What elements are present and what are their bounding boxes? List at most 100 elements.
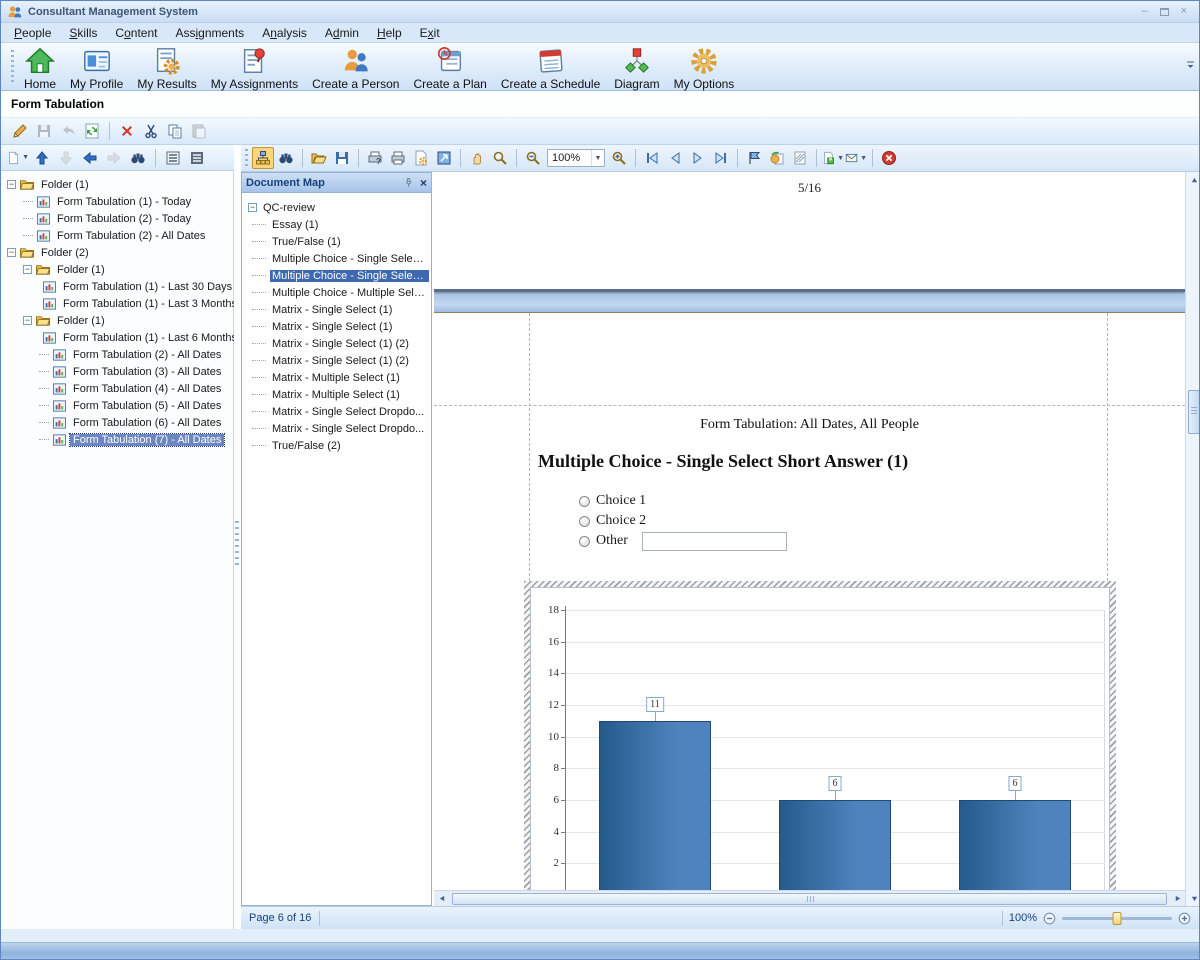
collapse-icon[interactable]: − [248, 203, 257, 212]
collapse-icon[interactable]: − [23, 316, 32, 325]
tree-report-item[interactable]: Form Tabulation (3) - All Dates [1, 363, 234, 380]
chevron-down-icon[interactable]: ▼ [591, 150, 604, 166]
refresh-button[interactable] [81, 120, 103, 142]
document-map-item[interactable]: Matrix - Single Select (1) (2) [248, 335, 429, 352]
document-map-root[interactable]: − QC-review [248, 199, 429, 216]
radio-button-icon[interactable] [579, 516, 590, 527]
vertical-scroll-thumb[interactable] [1188, 390, 1200, 434]
document-map-item[interactable]: Multiple Choice - Multiple Sele... [248, 284, 429, 301]
menu-item-analysis[interactable]: Analysis [253, 24, 316, 42]
tree-folder[interactable]: −Folder (1) [1, 312, 234, 329]
my-profile-button[interactable]: My Profile [63, 43, 130, 93]
menu-item-content[interactable]: Content [106, 24, 166, 42]
document-map-item[interactable]: Matrix - Multiple Select (1) [248, 386, 429, 403]
tree-new-item-button[interactable]: ▼ [7, 147, 29, 169]
diagram-button[interactable]: Diagram [607, 43, 666, 93]
tree-find-button[interactable] [127, 147, 149, 169]
document-map-item[interactable]: True/False (2) [248, 437, 429, 454]
my-options-button[interactable]: My Options [667, 43, 742, 93]
report-open-button[interactable] [308, 147, 330, 169]
radio-button-icon[interactable] [579, 536, 590, 547]
report-print-preview-button[interactable]: ? [364, 147, 386, 169]
menu-item-skills[interactable]: Skills [60, 24, 106, 42]
scroll-down-icon[interactable] [1186, 890, 1200, 906]
delete-button[interactable] [116, 120, 138, 142]
pin-icon[interactable] [403, 177, 414, 188]
other-text-input[interactable] [642, 532, 787, 551]
scroll-left-icon[interactable] [434, 891, 450, 907]
zoom-slider[interactable] [1062, 917, 1172, 920]
tree-report-item[interactable]: Form Tabulation (7) - All Dates [1, 431, 234, 448]
document-map-item[interactable]: Matrix - Single Select Dropdo... [248, 403, 429, 420]
report-zoom-mode-button[interactable] [489, 147, 511, 169]
scroll-right-icon[interactable] [1169, 891, 1185, 907]
my-assignments-button[interactable]: My Assignments [204, 43, 305, 93]
report-scale-button[interactable] [433, 147, 455, 169]
report-toggle-document-map-button[interactable] [252, 147, 274, 169]
scroll-up-icon[interactable] [1186, 172, 1200, 188]
tree-folder[interactable]: −Folder (2) [1, 244, 234, 261]
document-map-item[interactable]: Matrix - Single Select (1) [248, 318, 429, 335]
report-viewport[interactable]: 5/16 Form Tabulation: All Dates, All Peo… [434, 172, 1185, 890]
report-prev-page-button[interactable] [664, 147, 686, 169]
report-export-button[interactable]: ▼ [822, 147, 844, 169]
vertical-scrollbar[interactable] [1185, 172, 1200, 906]
restore-icon[interactable] [1160, 8, 1169, 16]
report-zoom-in-button[interactable] [608, 147, 630, 169]
panel-splitter[interactable] [235, 521, 239, 565]
report-save-button[interactable] [331, 147, 353, 169]
menu-item-help[interactable]: Help [368, 24, 411, 42]
chevron-down-icon[interactable]: ▼ [860, 155, 867, 162]
tree-report-item[interactable]: Form Tabulation (1) - Last 6 Months [1, 329, 234, 346]
document-map-item[interactable]: Matrix - Single Select Dropdo... [248, 420, 429, 437]
horizontal-scroll-thumb[interactable] [452, 893, 1167, 905]
collapse-icon[interactable]: − [7, 248, 16, 257]
toolbar-grip[interactable] [245, 149, 248, 167]
report-pan-button[interactable] [466, 147, 488, 169]
tree-report-item[interactable]: Form Tabulation (6) - All Dates [1, 414, 234, 431]
document-map-item[interactable]: Multiple Choice - Single Select... [248, 250, 429, 267]
my-results-button[interactable]: My Results [130, 43, 203, 93]
report-zoom-out-button[interactable] [522, 147, 544, 169]
menu-item-exit[interactable]: Exit [411, 24, 449, 42]
tree-report-item[interactable]: Form Tabulation (5) - All Dates [1, 397, 234, 414]
toolbar-overflow-icon[interactable] [1186, 59, 1195, 73]
zoom-slider-thumb[interactable] [1113, 912, 1122, 925]
tree-folder[interactable]: −Folder (1) [1, 261, 234, 278]
tree-list-view-button[interactable] [162, 147, 184, 169]
tree-report-item[interactable]: Form Tabulation (4) - All Dates [1, 380, 234, 397]
menu-item-assignments[interactable]: Assignments [166, 24, 253, 42]
cut-button[interactable] [140, 120, 162, 142]
report-bookmarks-button[interactable] [743, 147, 765, 169]
report-page-color-button[interactable] [766, 147, 788, 169]
copy-button[interactable] [164, 120, 186, 142]
tree-report-item[interactable]: Form Tabulation (1) - Today [1, 193, 234, 210]
tree-detail-view-button[interactable] [186, 147, 208, 169]
menu-item-admin[interactable]: Admin [316, 24, 368, 42]
collapse-icon[interactable]: − [7, 180, 16, 189]
tree-back-button[interactable] [79, 147, 101, 169]
report-search-button[interactable] [275, 147, 297, 169]
document-map-item[interactable]: True/False (1) [248, 233, 429, 250]
create-a-person-button[interactable]: Create a Person [305, 43, 406, 93]
close-icon[interactable]: × [420, 177, 427, 189]
zoom-out-icon[interactable] [1043, 912, 1056, 925]
report-watermark-button[interactable] [789, 147, 811, 169]
zoom-in-icon[interactable] [1178, 912, 1191, 925]
tree-report-item[interactable]: Form Tabulation (1) - Last 30 Days [1, 278, 234, 295]
chevron-down-icon[interactable]: ▼ [22, 154, 29, 161]
report-stop-button[interactable] [878, 147, 900, 169]
toolbar-grip[interactable] [11, 50, 14, 84]
tree-report-item[interactable]: Form Tabulation (1) - Last 3 Months [1, 295, 234, 312]
document-map-item[interactable]: Essay (1) [248, 216, 429, 233]
create-a-plan-button[interactable]: Create a Plan [406, 43, 493, 93]
collapse-icon[interactable]: − [23, 265, 32, 274]
report-next-page-button[interactable] [687, 147, 709, 169]
minimize-icon[interactable]: – [1141, 6, 1147, 17]
report-print-button[interactable] [387, 147, 409, 169]
tree-report-item[interactable]: Form Tabulation (2) - All Dates [1, 227, 234, 244]
edit-button[interactable] [9, 120, 31, 142]
report-last-page-button[interactable] [710, 147, 732, 169]
document-map-root-label[interactable]: QC-review [261, 202, 317, 214]
document-map-item[interactable]: Matrix - Single Select (1) (2) [248, 352, 429, 369]
